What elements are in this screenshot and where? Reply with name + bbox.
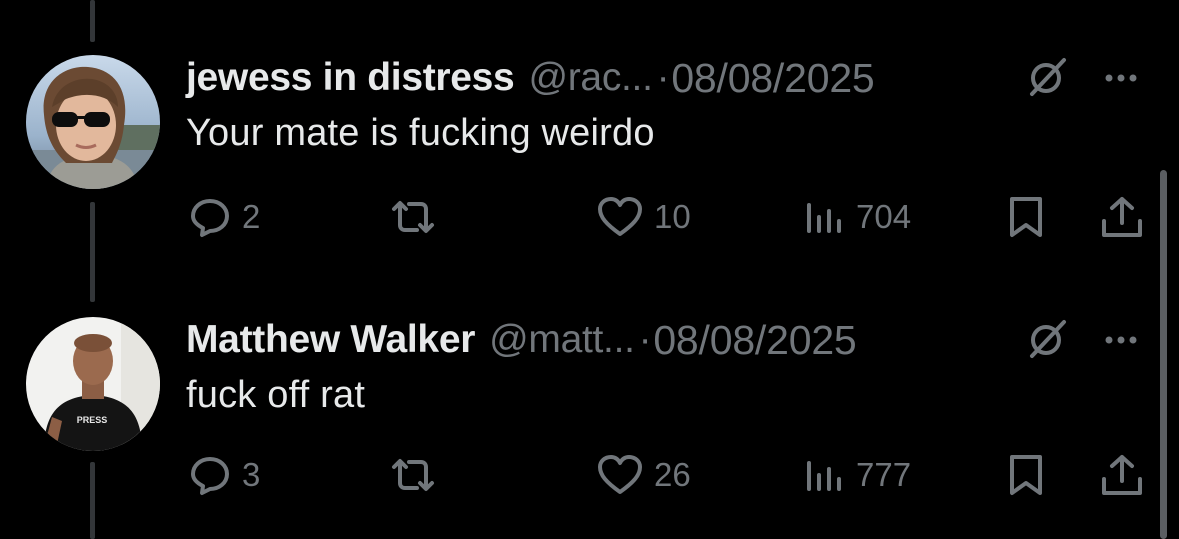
retweet-icon	[386, 453, 440, 497]
retweet-icon	[386, 195, 440, 239]
avatar-shirt-text: PRESS	[77, 415, 108, 425]
share-icon	[1098, 453, 1146, 497]
view-count: 704	[856, 198, 912, 235]
display-name[interactable]: jewess in distress	[186, 56, 515, 100]
retweet-button[interactable]	[386, 192, 440, 242]
like-icon	[596, 195, 644, 239]
views-button[interactable]: 777	[802, 450, 911, 500]
reply-count: 2	[242, 198, 261, 235]
action-bar: 3 26 777	[0, 450, 1179, 500]
reply-icon	[188, 453, 232, 497]
more-icon[interactable]	[1100, 54, 1146, 100]
grok-icon[interactable]	[1024, 316, 1070, 362]
tweet[interactable]: PRESS Matthew Walker @matt... · 08/08/20…	[0, 312, 1179, 512]
bookmark-button[interactable]	[1004, 450, 1048, 500]
tweet-text: Your mate is fucking weirdo	[186, 112, 655, 154]
bookmark-icon	[1004, 195, 1048, 239]
timestamp[interactable]: 08/08/2025	[671, 55, 874, 102]
like-button[interactable]: 26	[596, 450, 691, 500]
views-button[interactable]: 704	[802, 192, 911, 242]
retweet-button[interactable]	[386, 450, 440, 500]
display-name[interactable]: Matthew Walker	[186, 318, 475, 362]
tweet[interactable]: jewess in distress @rac... · 08/08/2025 …	[0, 50, 1179, 250]
reply-button[interactable]: 2	[188, 192, 260, 242]
timestamp[interactable]: 08/08/2025	[653, 317, 856, 364]
handle[interactable]: @matt...	[489, 318, 635, 362]
like-icon	[596, 453, 644, 497]
reply-button[interactable]: 3	[188, 450, 260, 500]
bookmark-button[interactable]	[1004, 192, 1048, 242]
like-count: 26	[654, 456, 691, 493]
avatar[interactable]	[26, 55, 160, 189]
share-icon	[1098, 195, 1146, 239]
more-icon[interactable]	[1100, 316, 1146, 362]
tweet-header: Matthew Walker @matt... · 08/08/2025	[186, 315, 857, 365]
thread-line-top	[90, 0, 95, 42]
grok-icon[interactable]	[1024, 54, 1070, 100]
view-count: 777	[856, 456, 912, 493]
reply-icon	[188, 195, 232, 239]
avatar[interactable]: PRESS	[26, 317, 160, 451]
bookmark-icon	[1004, 453, 1048, 497]
separator: ·	[656, 56, 670, 99]
tweet-header: jewess in distress @rac... · 08/08/2025	[186, 53, 875, 103]
views-icon	[802, 195, 846, 239]
action-bar: 2 10 704	[0, 192, 1179, 242]
separator: ·	[638, 318, 652, 361]
like-count: 10	[654, 198, 691, 235]
handle[interactable]: @rac...	[528, 56, 652, 100]
views-icon	[802, 453, 846, 497]
like-button[interactable]: 10	[596, 192, 691, 242]
share-button[interactable]	[1098, 192, 1146, 242]
reply-count: 3	[242, 456, 261, 493]
share-button[interactable]	[1098, 450, 1146, 500]
tweet-text: fuck off rat	[186, 374, 366, 416]
